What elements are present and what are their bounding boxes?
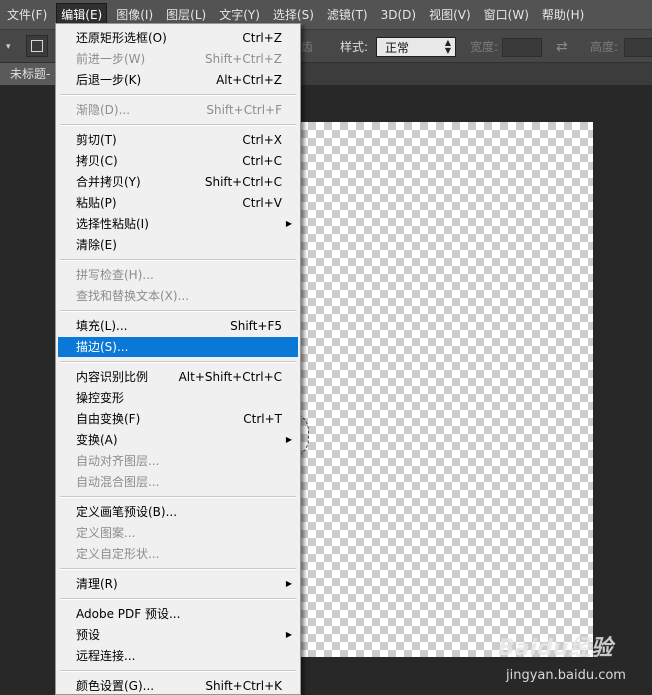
width-label: 宽度:	[470, 40, 499, 54]
menu-separator	[60, 124, 296, 126]
baidu-watermark: Baidu经验 jingyan.baidu.com	[476, 630, 648, 690]
menu-item-auto-blend-layers[interactable]: 自动混合图层...	[58, 472, 298, 492]
menu-item-fade[interactable]: 渐隐(D)... Shift+Ctrl+F	[58, 100, 298, 120]
width-input[interactable]	[502, 38, 542, 57]
menu-item-copy-merged[interactable]: 合并拷贝(Y) Shift+Ctrl+C	[58, 172, 298, 192]
menu-item-remote-connections[interactable]: 远程连接...	[58, 646, 298, 666]
submenu-arrow-icon: ▶	[285, 435, 292, 444]
menu-separator	[60, 598, 296, 600]
menu-item-puppet-warp[interactable]: 操控变形	[58, 388, 298, 408]
menu-item-purge[interactable]: 清理(R) ▶	[58, 574, 298, 594]
menu-item-content-aware-scale[interactable]: 内容识别比例 Alt+Shift+Ctrl+C	[58, 367, 298, 387]
style-select[interactable]: 正常 ▲ ▼	[376, 37, 456, 57]
watermark-url: jingyan.baidu.com	[506, 668, 626, 683]
menu-item-paste[interactable]: 粘贴(P) Ctrl+V	[58, 193, 298, 213]
antialias-label-fragment: 齿	[301, 40, 314, 54]
menu-item-check-spelling[interactable]: 拼写检查(H)...	[58, 265, 298, 285]
tool-preset-dropdown-icon[interactable]: ▾	[6, 30, 11, 63]
edit-dropdown-menu: 还原矩形选框(O) Ctrl+Z 前进一步(W) Shift+Ctrl+Z 后退一步…	[55, 23, 301, 695]
watermark-logo: Baidu经验	[498, 636, 613, 661]
submenu-arrow-icon: ▶	[285, 219, 292, 228]
swap-icon[interactable]: ⇄	[556, 30, 568, 63]
menu-separator	[60, 361, 296, 363]
menu-item-find-replace[interactable]: 查找和替换文本(X)...	[58, 286, 298, 306]
menu-item-clear[interactable]: 清除(E)	[58, 235, 298, 255]
menu-separator	[60, 259, 296, 261]
menu-item-define-brush-preset[interactable]: 定义画笔预设(B)...	[58, 502, 298, 522]
menu-separator	[60, 670, 296, 672]
menu-item-stroke[interactable]: 描边(S)...	[58, 337, 298, 357]
select-arrows-icon: ▲ ▼	[444, 38, 451, 55]
menu-help[interactable]: 帮助(H)	[538, 4, 588, 26]
menu-separator	[60, 496, 296, 498]
submenu-arrow-icon: ▶	[285, 630, 292, 639]
menu-item-transform[interactable]: 变换(A) ▶	[58, 430, 298, 450]
new-selection-icon[interactable]	[26, 35, 48, 57]
menu-item-adobe-pdf-presets[interactable]: Adobe PDF 预设...	[58, 604, 298, 624]
menu-item-fill[interactable]: 填充(L)... Shift+F5	[58, 316, 298, 336]
menu-item-free-transform[interactable]: 自由变换(F) Ctrl+T	[58, 409, 298, 429]
menu-item-undo[interactable]: 还原矩形选框(O) Ctrl+Z	[58, 28, 298, 48]
submenu-arrow-icon: ▶	[285, 579, 292, 588]
menu-view[interactable]: 视图(V)	[425, 4, 475, 26]
menu-filter[interactable]: 滤镜(T)	[323, 4, 372, 26]
menu-item-color-settings[interactable]: 颜色设置(G)... Shift+Ctrl+K	[58, 676, 298, 694]
height-input[interactable]	[624, 38, 652, 57]
menu-separator	[60, 310, 296, 312]
menu-window[interactable]: 窗口(W)	[480, 4, 533, 26]
menu-separator	[60, 568, 296, 570]
menu-item-cut[interactable]: 剪切(T) Ctrl+X	[58, 130, 298, 150]
menu-item-auto-align-layers[interactable]: 自动对齐图层...	[58, 451, 298, 471]
style-select-value: 正常	[385, 40, 410, 55]
menu-item-paste-special[interactable]: 选择性粘贴(I) ▶	[58, 214, 298, 234]
menu-item-copy[interactable]: 拷贝(C) Ctrl+C	[58, 151, 298, 171]
menu-3d[interactable]: 3D(D)	[377, 4, 420, 26]
style-label: 样式:	[340, 40, 369, 54]
menu-item-define-pattern[interactable]: 定义图案...	[58, 523, 298, 543]
menu-item-step-forward[interactable]: 前进一步(W) Shift+Ctrl+Z	[58, 49, 298, 69]
menu-separator	[60, 94, 296, 96]
menu-item-presets[interactable]: 预设 ▶	[58, 625, 298, 645]
document-canvas[interactable]	[290, 122, 593, 657]
menu-item-step-backward[interactable]: 后退一步(K) Alt+Ctrl+Z	[58, 70, 298, 90]
height-label: 高度:	[590, 40, 619, 54]
menu-item-define-custom-shape[interactable]: 定义自定形状...	[58, 544, 298, 564]
menu-file[interactable]: 文件(F)	[3, 4, 51, 26]
